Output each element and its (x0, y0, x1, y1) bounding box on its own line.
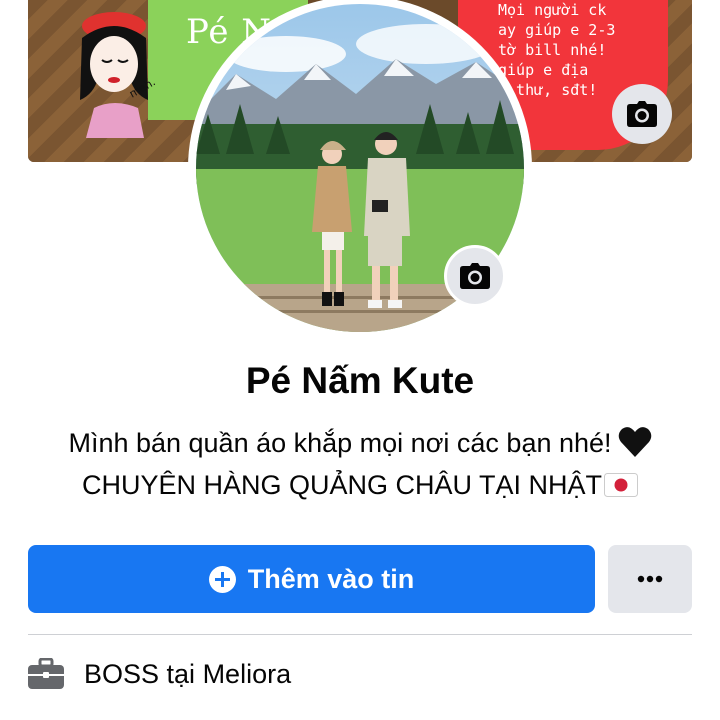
more-dots-icon (637, 575, 663, 583)
cover-girl-illustration: meh. (80, 12, 158, 138)
black-heart-icon (618, 427, 651, 457)
profile-bio: Mình bán quần áo khắp mọi nơi các bạn nh… (0, 422, 720, 506)
briefcase-icon (28, 658, 64, 689)
more-options-button[interactable] (608, 545, 692, 613)
bio-line-2: CHUYÊN HÀNG QUẢNG CHÂU TẠI NHẬT (0, 464, 720, 506)
work-info-row[interactable]: BOSS tại Meliora (28, 652, 692, 696)
work-prefix: BOSS tại (84, 658, 196, 689)
bio-line-1-text: Mình bán quần áo khắp mọi nơi các bạn nh… (68, 428, 612, 458)
cover-camera-button[interactable] (612, 84, 672, 144)
work-text: BOSS tại Meliora (84, 659, 291, 690)
profile-camera-button[interactable] (444, 245, 506, 307)
bio-line-2-text: CHUYÊN HÀNG QUẢNG CHÂU TẠI NHẬT (81, 470, 603, 500)
camera-icon (460, 263, 490, 289)
bio-line-1: Mình bán quần áo khắp mọi nơi các bạn nh… (0, 422, 720, 464)
add-to-story-label: Thêm vào tin (247, 563, 415, 594)
camera-icon (627, 101, 657, 127)
work-company-link[interactable]: Meliora (203, 659, 292, 689)
japan-flag-icon (604, 473, 639, 497)
profile-name: Pé Nấm Kute (245, 360, 475, 401)
plus-circle-icon (208, 565, 236, 593)
add-to-story-button[interactable]: Thêm vào tin (28, 545, 595, 613)
section-divider (28, 634, 692, 635)
